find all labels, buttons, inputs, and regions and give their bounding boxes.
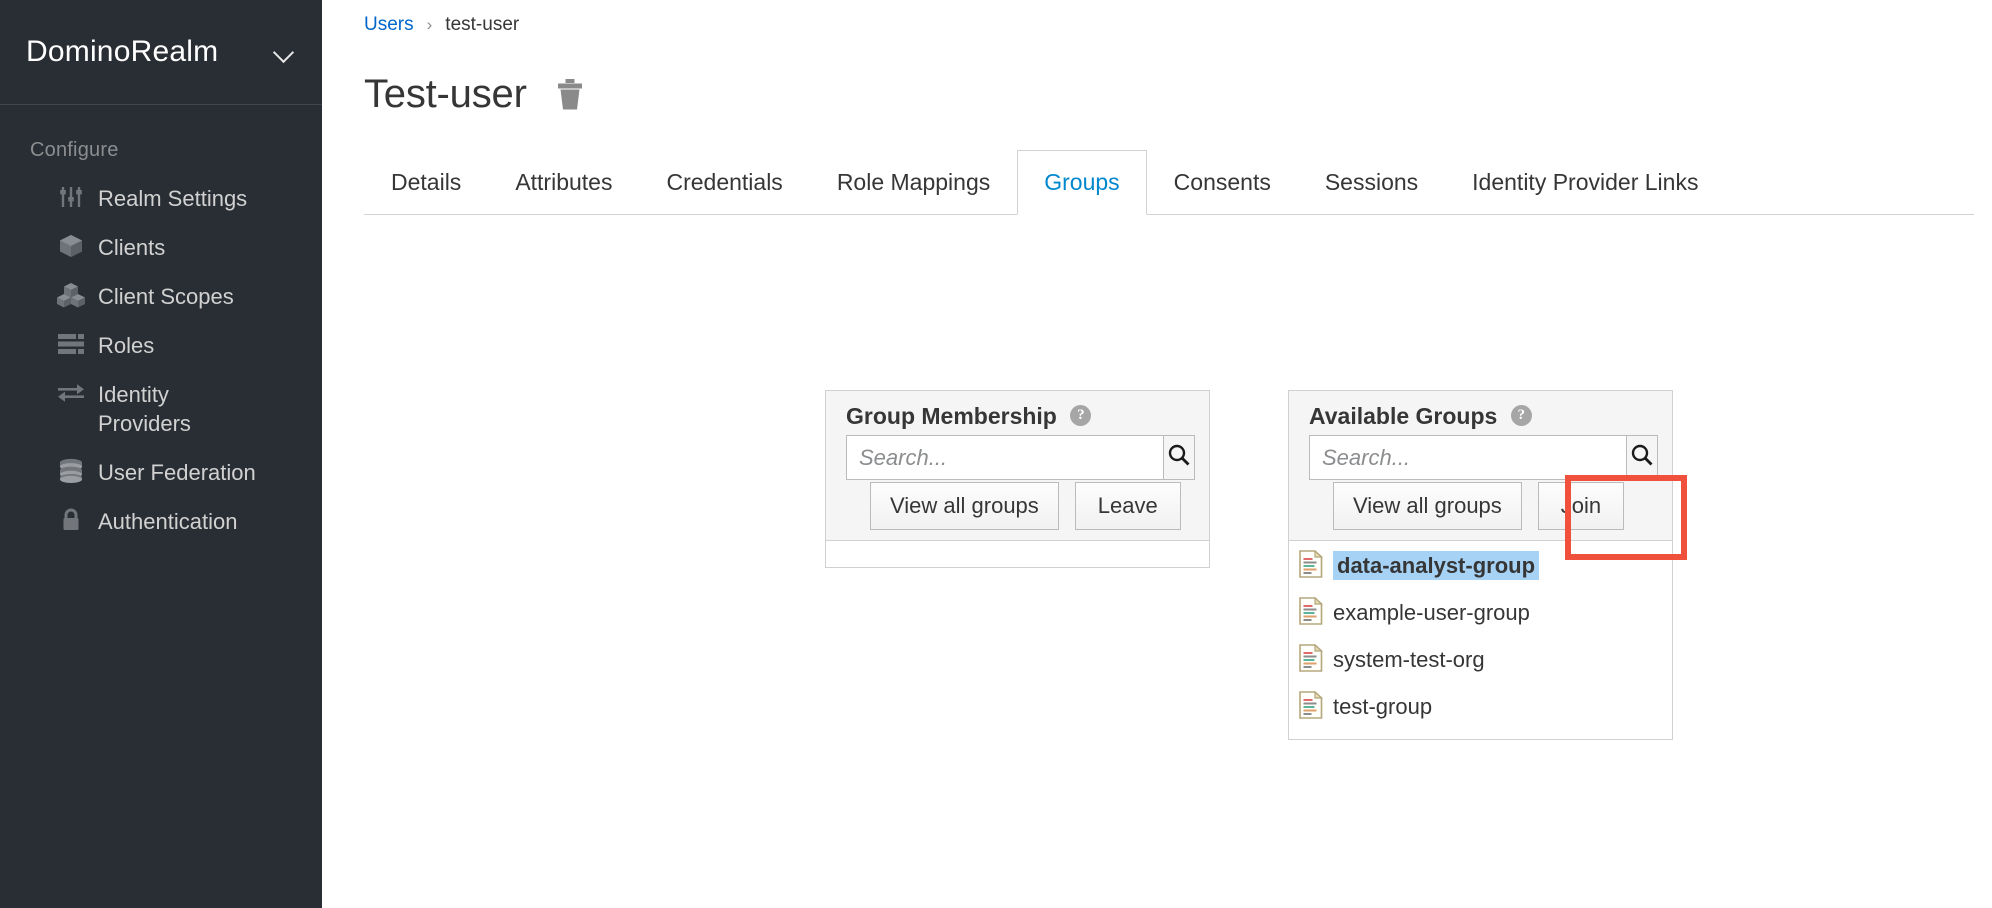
- list-item[interactable]: test-group: [1289, 686, 1672, 733]
- exchange-arrows-icon: [56, 380, 86, 406]
- group-document-icon: [1299, 643, 1324, 685]
- tab-identity-provider-links[interactable]: Identity Provider Links: [1445, 150, 1725, 215]
- breadcrumb-users-link[interactable]: Users: [364, 14, 414, 36]
- page-title: Test-user: [364, 72, 527, 116]
- available-search-button[interactable]: [1626, 435, 1658, 480]
- tab-attributes[interactable]: Attributes: [488, 150, 639, 215]
- available-button-row: View all groups Join: [1309, 482, 1658, 530]
- group-membership-title: Group Membership: [846, 403, 1057, 429]
- available-groups-panel: Available Groups ? Search... View all gr…: [1288, 390, 1673, 740]
- page-header: Test-user: [322, 36, 1992, 117]
- sidebar-item-client-scopes[interactable]: Client Scopes: [0, 272, 322, 321]
- group-name: system-test-org: [1333, 647, 1485, 672]
- cubes-icon: [56, 282, 86, 308]
- membership-view-all-groups-button[interactable]: View all groups: [870, 482, 1059, 530]
- breadcrumb-separator-icon: ›: [426, 15, 433, 34]
- tab-details[interactable]: Details: [364, 150, 488, 215]
- chevron-down-icon: [274, 41, 296, 63]
- sidebar: DominoRealm Configure Realm Settings Cli…: [0, 0, 322, 908]
- available-groups-header: Available Groups ? Search... View all gr…: [1289, 391, 1672, 541]
- group-membership-panel: Group Membership ? Search... View all gr…: [825, 390, 1210, 568]
- sliders-icon: [56, 184, 86, 210]
- tab-consents[interactable]: Consents: [1147, 150, 1298, 215]
- available-groups-title: Available Groups: [1309, 403, 1498, 429]
- sidebar-item-roles[interactable]: Roles: [0, 321, 322, 370]
- cube-icon: [56, 233, 86, 259]
- tab-sessions[interactable]: Sessions: [1298, 150, 1445, 215]
- group-name: data-analyst-group: [1333, 551, 1540, 580]
- available-view-all-groups-button[interactable]: View all groups: [1333, 482, 1522, 530]
- sidebar-item-user-federation[interactable]: User Federation: [0, 448, 322, 497]
- join-button[interactable]: Join: [1537, 482, 1625, 530]
- nav-section-label: Configure: [30, 139, 119, 161]
- sidebar-item-realm-settings[interactable]: Realm Settings: [0, 174, 322, 223]
- sidebar-item-clients[interactable]: Clients: [0, 223, 322, 272]
- search-icon: [1630, 443, 1654, 472]
- group-name: example-user-group: [1333, 600, 1530, 625]
- groups-panels: Group Membership ? Search... View all gr…: [322, 0, 1992, 908]
- group-document-icon: [1299, 690, 1324, 732]
- sidebar-item-authentication[interactable]: Authentication: [0, 497, 322, 546]
- group-membership-list[interactable]: [826, 541, 1209, 567]
- tab-groups[interactable]: Groups: [1017, 150, 1147, 215]
- membership-button-row: View all groups Leave: [846, 482, 1195, 530]
- group-document-icon: [1299, 549, 1324, 591]
- membership-search-input[interactable]: [846, 435, 1163, 480]
- breadcrumb-current: test-user: [445, 14, 520, 35]
- available-search-input[interactable]: [1309, 435, 1626, 480]
- sidebar-item-label: Identity Providers: [98, 382, 191, 436]
- tab-credentials[interactable]: Credentials: [639, 150, 809, 215]
- list-item[interactable]: data-analyst-group: [1289, 545, 1672, 592]
- group-membership-header: Group Membership ? Search... View all gr…: [826, 391, 1209, 541]
- list-item[interactable]: system-test-org: [1289, 639, 1672, 686]
- breadcrumb: Users › test-user: [322, 0, 1992, 36]
- sidebar-item-identity-providers[interactable]: Identity Providers: [0, 370, 322, 448]
- available-groups-list[interactable]: data-analyst-group example-user-group sy…: [1289, 541, 1672, 739]
- list-icon: [56, 331, 86, 357]
- lock-icon: [56, 507, 86, 533]
- main-content: Users › test-user Test-user Details Attr…: [322, 0, 1992, 908]
- search-icon: [1167, 443, 1191, 472]
- membership-search-button[interactable]: [1163, 435, 1195, 480]
- question-circle-icon[interactable]: ?: [1510, 404, 1532, 426]
- tab-role-mappings[interactable]: Role Mappings: [810, 150, 1017, 215]
- realm-name: DominoRealm: [26, 35, 219, 68]
- list-item[interactable]: example-user-group: [1289, 592, 1672, 639]
- membership-search-row: [846, 435, 1195, 480]
- tab-bar: Details Attributes Credentials Role Mapp…: [364, 150, 1974, 215]
- trash-icon[interactable]: [555, 78, 585, 112]
- group-name: test-group: [1333, 694, 1433, 719]
- realm-switcher[interactable]: DominoRealm: [0, 0, 322, 105]
- app-root: DominoRealm Configure Realm Settings Cli…: [0, 0, 1992, 908]
- leave-button[interactable]: Leave: [1074, 482, 1181, 530]
- question-circle-icon[interactable]: ?: [1070, 404, 1092, 426]
- available-search-row: [1309, 435, 1658, 480]
- database-icon: [56, 458, 86, 484]
- group-document-icon: [1299, 596, 1324, 638]
